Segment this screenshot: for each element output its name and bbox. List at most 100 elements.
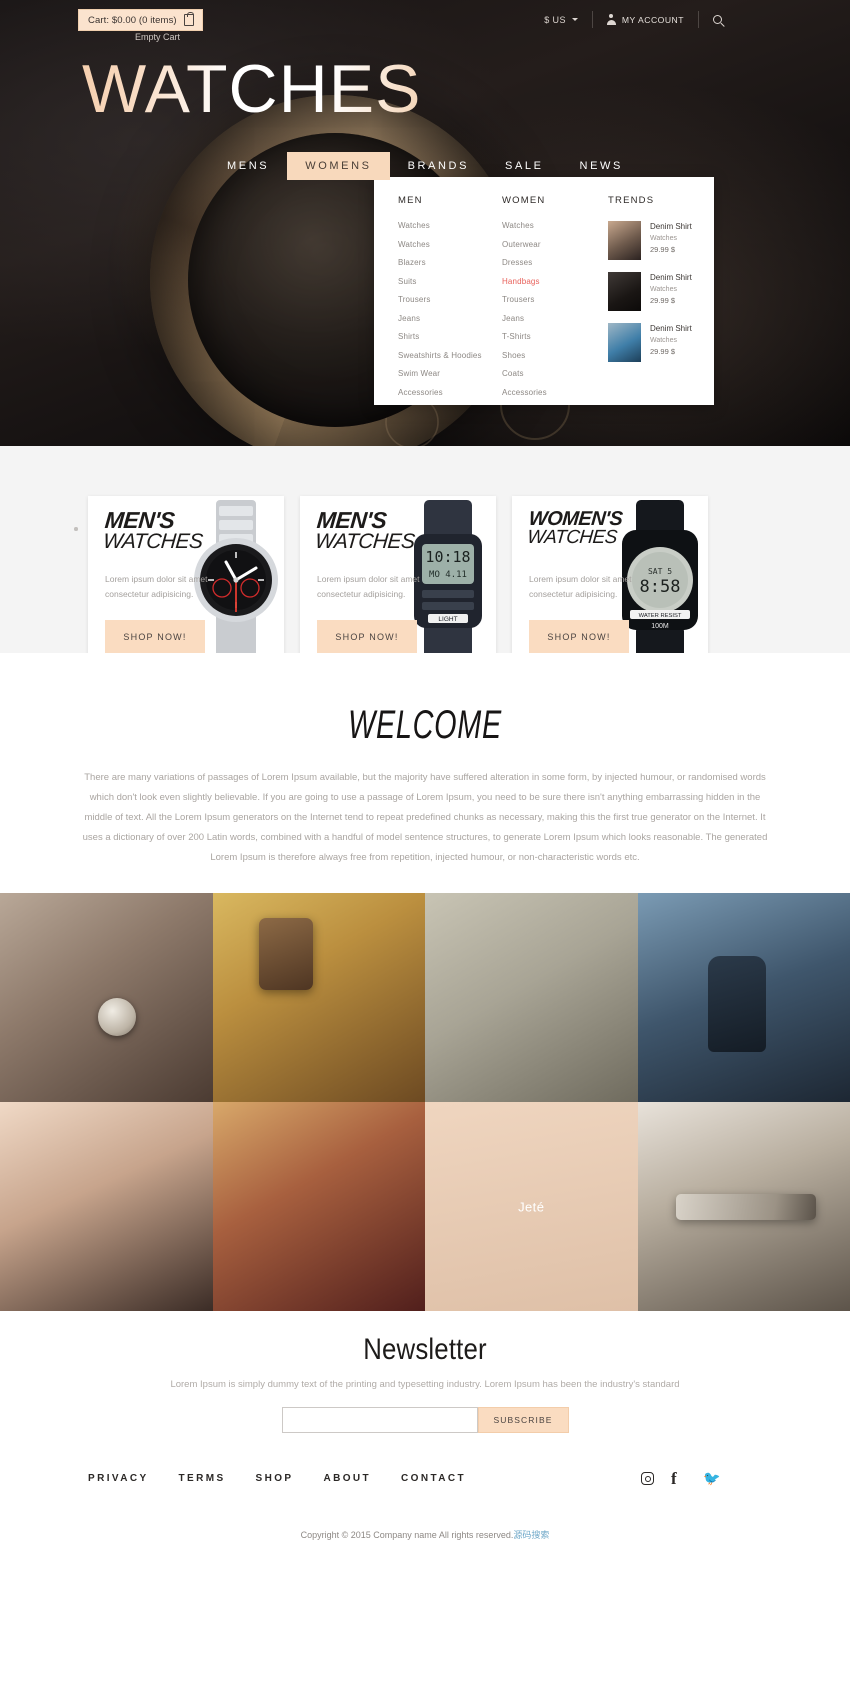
nav-item-mens[interactable]: MENS xyxy=(209,152,287,180)
trend-product-item[interactable]: Denim Shirt Watches 29.99 $ xyxy=(608,221,714,260)
newsletter-section: Newsletter Lorem Ipsum is simply dummy t… xyxy=(0,1311,850,1456)
svg-text:MO 4.11: MO 4.11 xyxy=(429,570,467,580)
person-icon xyxy=(606,14,616,25)
gallery-tile[interactable] xyxy=(0,1102,213,1311)
product-category: Watches xyxy=(650,337,677,344)
product-thumbnail xyxy=(608,272,641,311)
mega-link[interactable]: Shoes xyxy=(502,351,588,360)
product-name: Denim Shirt xyxy=(650,222,692,231)
promo-card-title: MEN'S WATCHES xyxy=(314,507,417,553)
mega-link[interactable]: Accessories xyxy=(398,388,478,397)
gallery-tile[interactable] xyxy=(212,1102,425,1311)
newsletter-form: SUBSCRIBE xyxy=(0,1407,850,1433)
footer-link-terms[interactable]: TERMS xyxy=(179,1473,226,1484)
photo-gallery-grid: Jeté xyxy=(0,893,850,1311)
promo-title-line2: WATCHES xyxy=(526,527,618,548)
gallery-tile[interactable] xyxy=(425,893,638,1102)
footer-links: PRIVACY TERMS SHOP ABOUT CONTACT xyxy=(88,1473,466,1484)
mega-column-trends: TRENDS Denim Shirt Watches 29.99 $ Denim… xyxy=(588,195,714,405)
mega-link[interactable]: Blazers xyxy=(398,258,478,267)
shop-now-button[interactable]: SHOP NOW! xyxy=(105,620,205,653)
gallery-tile[interactable] xyxy=(637,1102,850,1311)
mega-link[interactable]: Dresses xyxy=(502,258,588,267)
welcome-heading: WELCOME xyxy=(348,703,502,747)
promo-card-description: Lorem ipsum dolor sit amet consectetur a… xyxy=(105,574,208,599)
cart-label: Cart: $0.00 (0 items) xyxy=(88,14,177,26)
nav-item-news[interactable]: NEWS xyxy=(562,152,641,180)
product-name: Denim Shirt xyxy=(650,324,692,333)
mega-link[interactable]: Watches xyxy=(398,221,478,230)
newsletter-email-input[interactable] xyxy=(281,1407,478,1433)
top-right-controls: $ US MY ACCOUNT xyxy=(544,11,722,28)
product-category: Watches xyxy=(650,235,677,242)
promo-card-mens-1[interactable]: MEN'S WATCHES Lorem ipsum dolor sit amet… xyxy=(88,496,284,653)
mega-link[interactable]: T-Shirts xyxy=(502,332,588,341)
promo-card-description: Lorem ipsum dolor sit amet consectetur a… xyxy=(317,574,420,599)
mega-heading-women: WOMEN xyxy=(502,195,546,206)
footer-link-contact[interactable]: CONTACT xyxy=(401,1473,466,1484)
subscribe-button[interactable]: SUBSCRIBE xyxy=(477,1407,569,1433)
my-account-link[interactable]: MY ACCOUNT xyxy=(593,14,698,25)
site-footer: PRIVACY TERMS SHOP ABOUT CONTACT f 🐦 Cop… xyxy=(0,1456,850,1585)
trend-product-item[interactable]: Denim Shirt Watches 29.99 $ xyxy=(608,272,714,311)
welcome-section: WELCOME There are many variations of pas… xyxy=(0,653,850,893)
svg-text:SAT 5: SAT 5 xyxy=(648,567,672,576)
social-links: f 🐦 xyxy=(639,1470,720,1487)
twitter-icon[interactable]: 🐦 xyxy=(703,1470,720,1487)
footer-link-shop[interactable]: SHOP xyxy=(256,1473,294,1484)
promo-card-mens-2[interactable]: MEN'S WATCHES Lorem ipsum dolor sit amet… xyxy=(300,496,496,653)
mega-column-men: MEN Watches Watches Blazers Suits Trouse… xyxy=(374,195,481,405)
footer-link-about[interactable]: ABOUT xyxy=(323,1473,371,1484)
nav-item-womens[interactable]: WOMENS xyxy=(287,152,390,180)
gallery-tile[interactable] xyxy=(0,893,213,1102)
footer-link-privacy[interactable]: PRIVACY xyxy=(88,1473,149,1484)
promo-card-womens[interactable]: WOMEN'S WATCHES Lorem ipsum dolor sit am… xyxy=(512,496,708,653)
promo-title-line2: WATCHES xyxy=(314,529,416,553)
newsletter-subtitle: Lorem Ipsum is simply dummy text of the … xyxy=(170,1379,680,1390)
gallery-tile[interactable] xyxy=(637,893,850,1102)
promo-title-line2: WATCHES xyxy=(102,529,204,553)
mega-link[interactable]: Coats xyxy=(502,369,588,378)
cart-button[interactable]: Cart: $0.00 (0 items) xyxy=(78,9,203,31)
svg-text:100M: 100M xyxy=(651,623,669,630)
mega-dropdown-menu: MEN Watches Watches Blazers Suits Trouse… xyxy=(374,177,714,405)
mega-link-handbags[interactable]: Handbags xyxy=(502,277,588,286)
product-price: 29.99 $ xyxy=(650,296,676,306)
gallery-overlay-label: Jeté xyxy=(518,1199,545,1214)
product-category: Watches xyxy=(650,286,677,293)
nav-item-brands[interactable]: BRANDS xyxy=(390,152,487,180)
currency-label: $ US xyxy=(544,14,566,25)
mega-link[interactable]: Jeans xyxy=(502,314,588,323)
svg-text:10:18: 10:18 xyxy=(425,548,470,566)
mega-heading-men: MEN xyxy=(398,195,423,206)
nav-item-sale[interactable]: SALE xyxy=(487,152,562,180)
product-name: Denim Shirt xyxy=(650,273,692,282)
mega-column-women: WOMEN Watches Outerwear Dresses Handbags… xyxy=(478,195,588,405)
shopping-bag-icon xyxy=(183,11,194,26)
mega-link[interactable]: Watches xyxy=(502,221,588,230)
mega-link[interactable]: Sweatshirts & Hoodies xyxy=(398,351,481,360)
mega-link[interactable]: Watches xyxy=(398,240,478,249)
mega-link[interactable]: Accessories xyxy=(502,388,588,397)
mega-link[interactable]: Jeans xyxy=(398,314,478,323)
mega-link[interactable]: Trousers xyxy=(502,295,588,304)
hero-section: Cart: $0.00 (0 items) Empty Cart $ US MY… xyxy=(0,0,850,446)
mega-link[interactable]: Swim Wear xyxy=(398,369,478,378)
site-logo[interactable]: WATCHES xyxy=(82,55,421,123)
gallery-tile-jete[interactable]: Jeté xyxy=(425,1102,638,1311)
chevron-down-icon xyxy=(571,18,578,21)
shop-now-button[interactable]: SHOP NOW! xyxy=(317,620,417,653)
mega-link[interactable]: Trousers xyxy=(398,295,478,304)
carousel-dot[interactable] xyxy=(74,527,78,531)
facebook-icon[interactable]: f xyxy=(671,1470,688,1487)
search-button[interactable] xyxy=(699,15,722,24)
trend-product-item[interactable]: Denim Shirt Watches 29.99 $ xyxy=(608,323,714,362)
gallery-tile[interactable] xyxy=(212,893,425,1102)
svg-text:8:58: 8:58 xyxy=(640,577,681,597)
mega-link[interactable]: Outerwear xyxy=(502,240,588,249)
mega-link[interactable]: Shirts xyxy=(398,332,478,341)
instagram-icon[interactable] xyxy=(639,1470,656,1487)
mega-link[interactable]: Suits xyxy=(398,277,478,286)
shop-now-button[interactable]: SHOP NOW! xyxy=(529,620,629,653)
currency-selector[interactable]: $ US xyxy=(544,15,592,25)
